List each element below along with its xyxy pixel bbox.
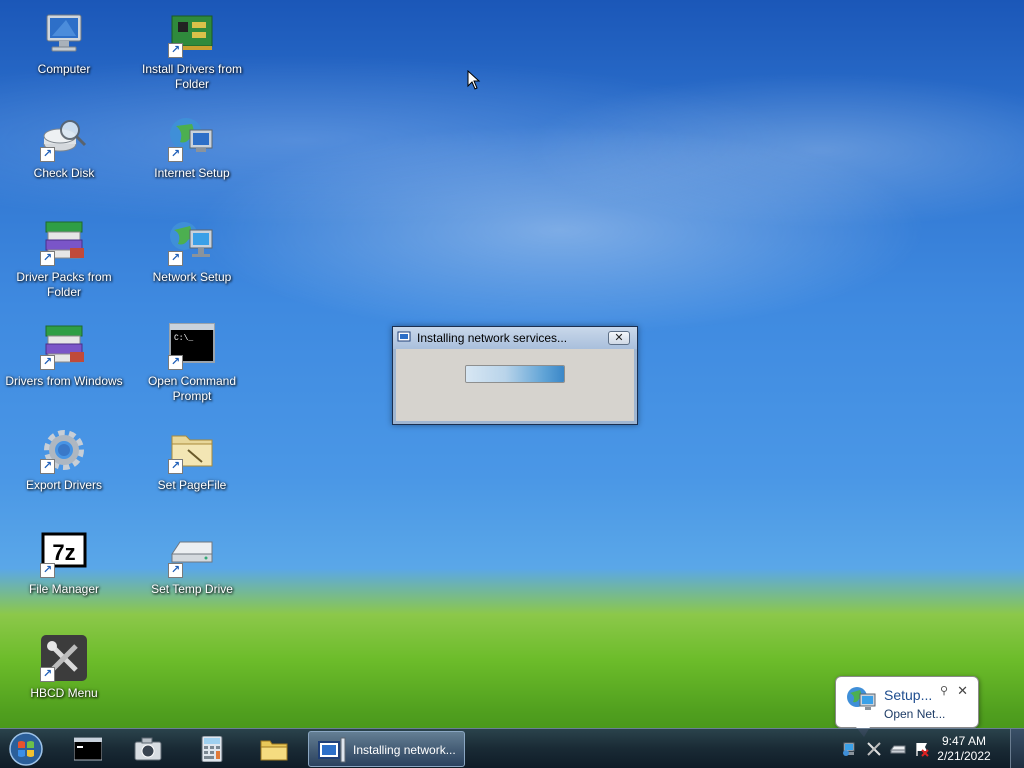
folder-icon: [260, 740, 288, 761]
desktop-icon-set-pagefile[interactable]: ↗ Set PageFile: [130, 426, 254, 493]
shortcut-arrow-icon: ↗: [168, 147, 183, 162]
driver-packs-icon: ↗: [40, 218, 88, 266]
desktop-icon-label: Drivers from Windows: [5, 374, 123, 388]
desktop-icon-hbcd-menu[interactable]: ↗ HBCD Menu: [2, 634, 126, 701]
desktop-icon-network-setup[interactable]: ↗ Network Setup: [130, 218, 254, 285]
taskbar-task-installing[interactable]: Installing network...: [308, 731, 465, 767]
desktop-icon-label: Open Command Prompt: [147, 374, 237, 403]
shortcut-arrow-icon: ↗: [40, 355, 55, 370]
desktop-icon-command-prompt[interactable]: C:\_ ↗ Open Command Prompt: [130, 322, 254, 404]
dialog-body: [396, 349, 634, 421]
shortcut-arrow-icon: ↗: [40, 147, 55, 162]
desktop-icon-file-manager[interactable]: 7z ↗ File Manager: [2, 530, 126, 597]
check-disk-icon: ↗: [40, 114, 88, 162]
desktop-icon-install-drivers[interactable]: ↗ Install Drivers from Folder: [130, 10, 254, 92]
desktop-icon-label: Set PageFile: [157, 478, 227, 492]
clock-time: 9:47 AM: [941, 734, 987, 748]
desktop-icon-computer[interactable]: Computer: [2, 10, 126, 77]
action-center-flag-icon[interactable]: [914, 741, 930, 757]
internet-setup-icon: ↗: [168, 114, 216, 162]
calculator-icon: [201, 736, 223, 762]
7zip-logo-text: 7z: [52, 540, 75, 565]
notification-balloon[interactable]: Setup... Open Net... ⚲ ✕: [835, 676, 979, 737]
window-icon: [397, 331, 411, 342]
desktop-icon-label: Export Drivers: [25, 478, 102, 492]
drivers-board-icon: ↗: [168, 10, 216, 58]
desktop-icon-internet-setup[interactable]: ↗ Internet Setup: [130, 114, 254, 181]
desktop-icon-drivers-windows[interactable]: ↗ Drivers from Windows: [2, 322, 126, 389]
command-prompt-icon: C:\_ ↗: [168, 322, 216, 370]
command-prompt-text: C:\_: [174, 334, 193, 343]
network-setup-icon: ↗: [168, 218, 216, 266]
task-label: Installing network...: [353, 743, 456, 757]
dialog-title: Installing network services...: [417, 331, 568, 345]
shortcut-arrow-icon: ↗: [168, 563, 183, 578]
balloon-title: Setup...: [884, 687, 933, 703]
taskbar-command-prompt[interactable]: [64, 733, 112, 765]
desktop-icon-driver-packs[interactable]: ↗ Driver Packs from Folder: [2, 218, 126, 300]
shortcut-arrow-icon: ↗: [168, 251, 183, 266]
close-button[interactable]: ✕: [608, 331, 630, 345]
network-tray-icon[interactable]: [842, 741, 858, 757]
camera-icon: [134, 737, 162, 761]
clock[interactable]: 9:47 AM 2/21/2022: [934, 734, 994, 764]
network-setup-icon: [847, 687, 876, 710]
desktop-icon-label: File Manager: [28, 582, 100, 596]
window-icon: [318, 737, 346, 763]
dialog-titlebar[interactable]: Installing network services... ✕: [393, 327, 637, 349]
folder-icon: ↗: [168, 426, 216, 474]
gear-icon: ↗: [40, 426, 88, 474]
taskbar-explorer[interactable]: [250, 733, 298, 765]
balloon-close-button[interactable]: ✕: [957, 683, 968, 699]
taskbar: Installing network... 9:47 AM 2/21/2022: [0, 728, 1024, 768]
computer-icon: [40, 10, 88, 58]
shortcut-arrow-icon: ↗: [40, 459, 55, 474]
tools-tray-icon[interactable]: [866, 741, 882, 757]
desktop-icon-label: Check Disk: [33, 166, 95, 180]
taskbar-calculator[interactable]: [188, 733, 236, 765]
desktop-icon-check-disk[interactable]: ↗ Check Disk: [2, 114, 126, 181]
desktop-icon-label: Install Drivers from Folder: [141, 62, 242, 91]
desktop-icon-label: Computer: [37, 62, 91, 76]
desktop-icon-export-drivers[interactable]: ↗ Export Drivers: [2, 426, 126, 493]
installing-dialog[interactable]: Installing network services... ✕: [392, 326, 638, 425]
drivers-windows-icon: ↗: [40, 322, 88, 370]
progress-bar-fill: [466, 366, 564, 382]
show-desktop-button[interactable]: [1010, 729, 1024, 768]
desktop-icon-set-temp-drive[interactable]: ↗ Set Temp Drive: [130, 530, 254, 597]
command-prompt-icon: [74, 737, 102, 761]
desktop-icon-label: Driver Packs from Folder: [16, 270, 112, 299]
7zip-icon: 7z ↗: [40, 530, 88, 578]
drive-icon: ↗: [168, 530, 216, 578]
desktop-icon-label: HBCD Menu: [30, 686, 98, 700]
drive-tray-icon[interactable]: [890, 741, 906, 757]
shortcut-arrow-icon: ↗: [168, 355, 183, 370]
taskbar-screenshot[interactable]: [124, 733, 172, 765]
shortcut-arrow-icon: ↗: [40, 667, 55, 682]
clock-date: 2/21/2022: [937, 749, 991, 763]
progress-bar: [465, 365, 565, 383]
desktop-icon-label: Network Setup: [152, 270, 232, 284]
desktop-icon-label: Internet Setup: [154, 166, 230, 180]
balloon-link[interactable]: Open Net...: [884, 707, 945, 721]
shortcut-arrow-icon: ↗: [40, 251, 55, 266]
desktop-icon-label: Set Temp Drive: [151, 582, 233, 596]
tools-icon: ↗: [40, 634, 88, 682]
wrench-icon[interactable]: ⚲: [940, 684, 948, 697]
shortcut-arrow-icon: ↗: [168, 43, 183, 58]
mouse-cursor-icon: [467, 70, 481, 90]
start-button[interactable]: [6, 731, 46, 767]
shortcut-arrow-icon: ↗: [168, 459, 183, 474]
shortcut-arrow-icon: ↗: [40, 563, 55, 578]
